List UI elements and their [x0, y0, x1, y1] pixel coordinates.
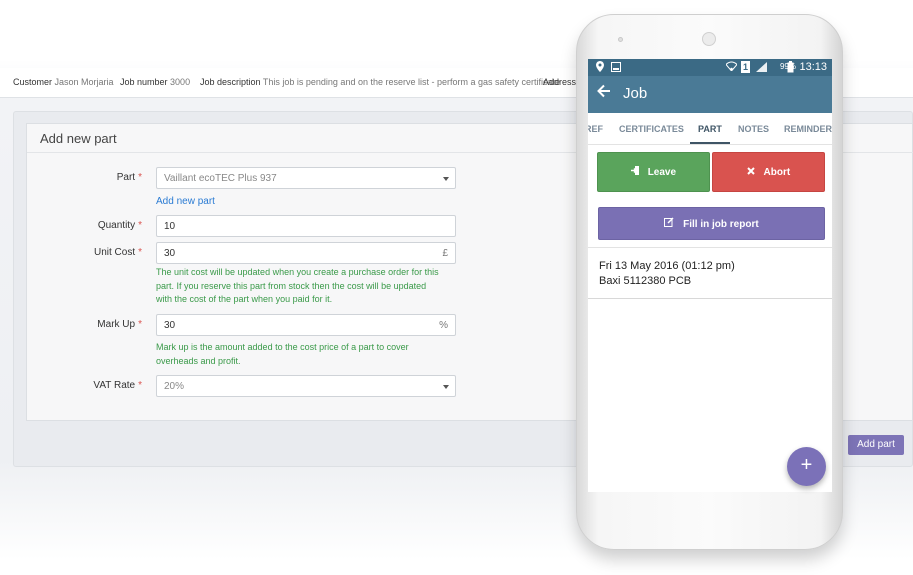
- card-title: Add new part: [40, 131, 117, 146]
- vat-rate-value: 20%: [164, 381, 185, 392]
- required-mark: *: [138, 380, 142, 391]
- unit-cost-help-line: with the cost of the part when you paid …: [156, 294, 333, 304]
- vat-rate-label-text: VAT Rate: [93, 380, 136, 391]
- active-tab-indicator: [690, 142, 730, 144]
- tab-bar: REF CERTIFICATES PART NOTES REMINDER: [588, 113, 832, 145]
- markup-label-text: Mark Up: [97, 319, 136, 330]
- markup-help: Mark up is the amount added to the cost …: [156, 341, 461, 368]
- list-divider: [588, 247, 832, 248]
- leave-icon: [630, 166, 642, 178]
- close-icon: [747, 167, 758, 178]
- markup-label: Mark Up *: [22, 319, 142, 330]
- job-description-info: Job description This job is pending and …: [200, 77, 560, 87]
- status-time: 13:13: [799, 61, 827, 73]
- tab-part[interactable]: PART: [698, 124, 722, 134]
- percent-sign-addon: %: [439, 320, 448, 331]
- unit-cost-help-line: The unit cost will be updated when you c…: [156, 267, 439, 277]
- address-label: Address: [543, 77, 577, 87]
- part-select[interactable]: Vaillant ecoTEC Plus 937: [156, 167, 456, 189]
- tab-ref[interactable]: REF: [588, 124, 603, 134]
- required-mark: *: [138, 172, 142, 183]
- status-bar: 1 99% 13:13: [588, 59, 832, 76]
- abort-button-label: Abort: [763, 167, 791, 178]
- quantity-label-text: Quantity: [97, 220, 136, 231]
- required-mark: *: [138, 220, 142, 231]
- part-select-value: Vaillant ecoTEC Plus 937: [164, 173, 277, 184]
- phone-screen: 1 99% 13:13 Job REF CERTIFICATES PART NO…: [588, 59, 832, 492]
- unit-cost-help-line: part. If you reserve this part from stoc…: [156, 280, 427, 291]
- part-entry-date[interactable]: Fri 13 May 2016 (01:12 pm): [599, 260, 735, 272]
- tab-notes[interactable]: NOTES: [738, 124, 769, 134]
- wifi-icon: [725, 61, 738, 73]
- quantity-input[interactable]: 10: [156, 215, 456, 237]
- back-arrow-icon[interactable]: [597, 84, 611, 103]
- quantity-label: Quantity *: [22, 220, 142, 231]
- job-description-label: Job description: [200, 77, 261, 87]
- signal-icon: [756, 62, 767, 74]
- add-fab-button[interactable]: +: [787, 447, 826, 486]
- location-icon: [596, 61, 604, 74]
- battery-icon: [787, 61, 794, 75]
- vat-rate-select[interactable]: 20%: [156, 375, 456, 397]
- required-mark: *: [138, 319, 142, 330]
- part-entry-name[interactable]: Baxi 5112380 PCB: [599, 275, 691, 287]
- job-number-label: Job number: [120, 77, 168, 87]
- pound-sign-addon: £: [442, 248, 448, 259]
- chevron-down-icon: [443, 177, 449, 181]
- markup-value: 30: [164, 320, 176, 331]
- markup-help-line: overheads and profit.: [156, 355, 241, 366]
- unit-cost-help: The unit cost will be updated when you c…: [156, 266, 461, 307]
- customer-label: Customer: [13, 77, 53, 87]
- report-button-label: Fill in job report: [683, 219, 759, 230]
- edit-icon: [664, 217, 677, 230]
- quantity-value: 10: [164, 221, 176, 232]
- unit-cost-label: Unit Cost *: [22, 247, 142, 258]
- job-number-info: Job number 3000: [120, 77, 190, 87]
- required-mark: *: [138, 247, 142, 258]
- vat-rate-label: VAT Rate *: [22, 380, 142, 391]
- tab-certificates[interactable]: CERTIFICATES: [619, 124, 684, 134]
- abort-button[interactable]: Abort: [712, 152, 825, 192]
- unit-cost-input[interactable]: 30 £: [156, 242, 456, 264]
- phone-sensor: [618, 37, 623, 42]
- app-bar-title: Job: [623, 85, 648, 102]
- chevron-down-icon: [443, 385, 449, 389]
- customer-value: Jason Morjaria: [54, 77, 114, 87]
- markup-input[interactable]: 30 %: [156, 314, 456, 336]
- sim-icon: 1: [741, 61, 750, 73]
- fill-job-report-button[interactable]: Fill in job report: [598, 207, 825, 240]
- job-description-value: This job is pending and on the reserve l…: [262, 77, 561, 87]
- part-label-text: Part: [116, 172, 136, 183]
- image-icon: [611, 62, 621, 74]
- tab-reminder[interactable]: REMINDER: [784, 124, 832, 134]
- part-label: Part *: [22, 172, 142, 183]
- markup-help-line: Mark up is the amount added to the cost …: [156, 342, 409, 352]
- app-bar: Job: [588, 76, 832, 113]
- customer-info: Customer Jason Morjaria: [13, 77, 114, 87]
- add-new-part-link[interactable]: Add new part: [156, 196, 215, 207]
- phone-camera: [702, 32, 716, 46]
- job-number-value: 3000: [170, 77, 191, 87]
- leave-button[interactable]: Leave: [597, 152, 710, 192]
- list-divider: [588, 298, 832, 299]
- add-part-button[interactable]: Add part: [848, 435, 904, 455]
- leave-button-label: Leave: [647, 167, 677, 178]
- unit-cost-label-text: Unit Cost: [93, 247, 136, 258]
- unit-cost-value: 30: [164, 248, 176, 259]
